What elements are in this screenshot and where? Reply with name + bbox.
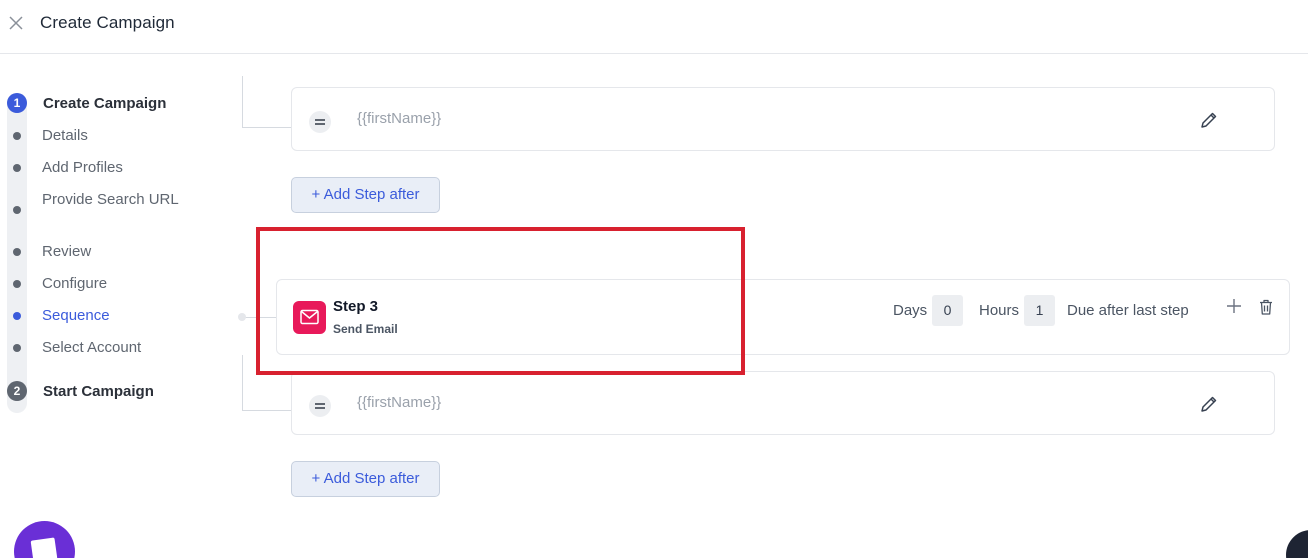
delay-settings: Days 0 Hours 1 Due after last step	[893, 295, 1193, 327]
step-title-start-campaign: Start Campaign	[43, 383, 154, 400]
chat-widget-button[interactable]	[14, 521, 75, 558]
template-preview: {{firstName}}	[357, 110, 442, 127]
close-icon[interactable]	[8, 15, 24, 31]
substep-dot	[13, 344, 21, 352]
step-number-2: 2	[7, 381, 27, 401]
page-title: Create Campaign	[40, 13, 175, 32]
days-label: Days	[893, 302, 928, 319]
highlight-box	[256, 227, 745, 375]
substep-dot	[13, 248, 21, 256]
pencil-icon[interactable]	[1199, 394, 1219, 414]
message-template-row[interactable]: {{firstName}}	[291, 371, 1275, 435]
substep-add-profiles[interactable]: Add Profiles	[42, 158, 182, 178]
substep-provide-search-url[interactable]: Provide Search URL	[42, 190, 182, 210]
template-preview: {{firstName}}	[357, 394, 442, 411]
add-step-after-button[interactable]: + Add Step after	[291, 177, 440, 213]
help-widget-button[interactable]	[1286, 530, 1308, 558]
hours-input[interactable]: 1	[1024, 295, 1055, 326]
message-template-row[interactable]: {{firstName}}	[291, 87, 1275, 151]
substep-dot	[13, 164, 21, 172]
days-input[interactable]: 0	[932, 295, 963, 326]
substep-select-account[interactable]: Select Account	[42, 338, 182, 358]
substep-review[interactable]: Review	[42, 242, 182, 262]
plus-icon[interactable]	[1226, 298, 1242, 314]
substep-configure[interactable]: Configure	[42, 274, 182, 294]
page-header: Create Campaign	[0, 0, 1308, 54]
hours-label: Hours	[979, 302, 1020, 319]
trash-icon[interactable]	[1259, 299, 1273, 315]
step-title-create-campaign: Create Campaign	[43, 95, 167, 112]
substep-dot	[13, 206, 21, 214]
pencil-icon[interactable]	[1199, 110, 1219, 130]
connector-line	[242, 127, 291, 128]
drag-handle-icon[interactable]	[309, 395, 331, 417]
drag-handle-icon[interactable]	[309, 111, 331, 133]
substep-dot-current	[13, 312, 21, 320]
due-label: Due after last step	[1067, 302, 1189, 319]
add-step-after-button[interactable]: + Add Step after	[291, 461, 440, 497]
substep-dot	[13, 132, 21, 140]
chat-icon	[30, 537, 58, 558]
substep-details[interactable]: Details	[42, 126, 182, 146]
connector-dot	[238, 313, 246, 321]
step-number-1: 1	[7, 93, 27, 113]
substep-sequence[interactable]: Sequence	[42, 306, 182, 326]
connector-line	[242, 355, 243, 411]
connector-line	[242, 410, 291, 411]
connector-line	[242, 76, 243, 128]
substep-dot	[13, 280, 21, 288]
